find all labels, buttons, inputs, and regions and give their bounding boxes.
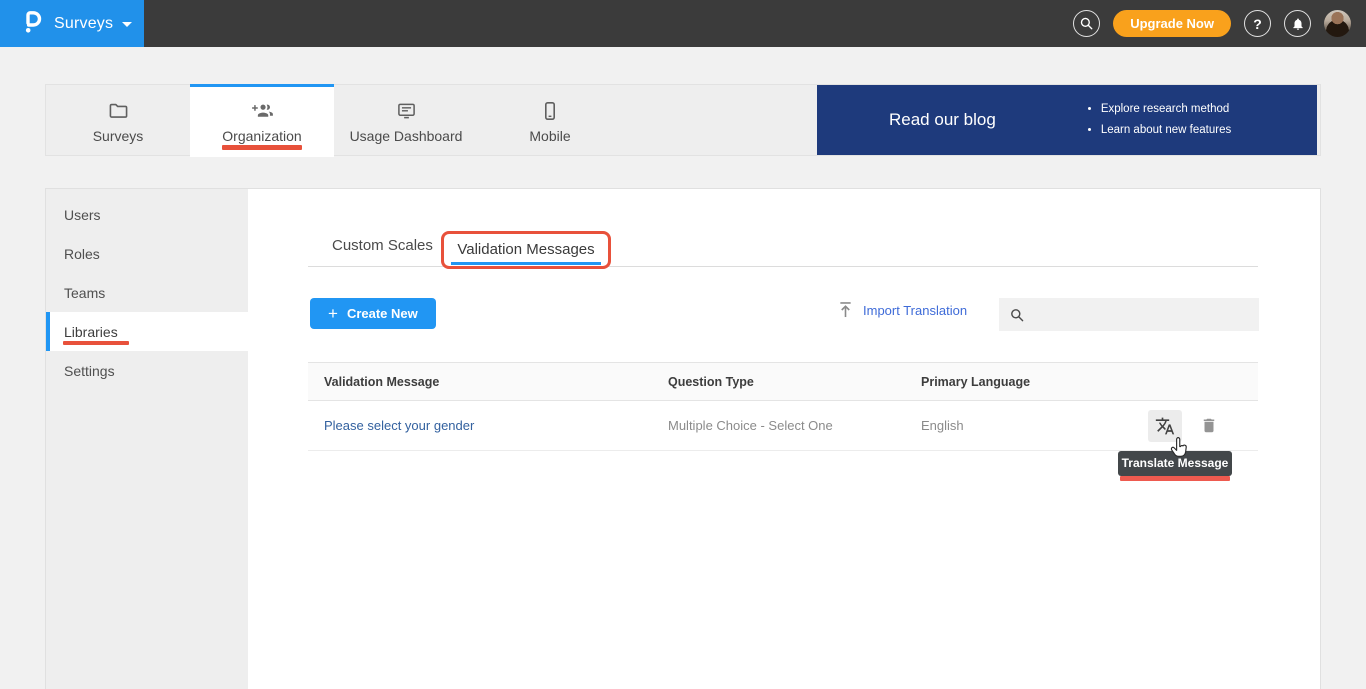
import-translation-link[interactable]: Import Translation <box>838 301 967 319</box>
help-button[interactable]: ? <box>1244 10 1271 37</box>
sidebar-item-users[interactable]: Users <box>46 195 248 234</box>
validation-messages-table: Validation Message Question Type Primary… <box>308 362 1258 451</box>
create-new-button[interactable]: + Create New <box>310 298 436 329</box>
search-input[interactable] <box>1033 307 1249 322</box>
table-search <box>999 298 1259 331</box>
column-header-validation-message: Validation Message <box>324 375 668 389</box>
notifications-button[interactable] <box>1284 10 1311 37</box>
search-icon <box>1009 307 1025 323</box>
module-tab-label: Usage Dashboard <box>350 128 463 144</box>
import-translation-label: Import Translation <box>863 303 967 318</box>
main-card: Users Roles Teams Libraries Settings Cus… <box>45 188 1321 689</box>
group-add-icon <box>251 101 274 121</box>
create-new-label: Create New <box>347 306 418 321</box>
sidebar-item-roles[interactable]: Roles <box>46 234 248 273</box>
sidebar-item-label: Libraries <box>64 324 118 340</box>
product-name: Surveys <box>54 15 113 33</box>
folder-icon <box>108 101 129 121</box>
upload-icon <box>838 301 853 319</box>
module-tab-label: Surveys <box>93 128 144 144</box>
table-header-row: Validation Message Question Type Primary… <box>308 362 1258 401</box>
translate-icon <box>1155 416 1175 436</box>
sidebar-item-label: Roles <box>64 246 100 262</box>
sidebar-item-libraries[interactable]: Libraries <box>46 312 248 351</box>
sidebar-item-label: Teams <box>64 285 105 301</box>
annotation-box-validation-messages: Validation Messages <box>441 231 611 269</box>
module-tab-surveys[interactable]: Surveys <box>46 84 190 157</box>
module-tab-organization[interactable]: Organization <box>190 84 334 157</box>
chevron-down-icon <box>122 22 132 27</box>
mobile-icon <box>540 101 560 121</box>
module-tab-label: Mobile <box>529 128 570 144</box>
user-avatar[interactable] <box>1324 10 1351 37</box>
dashboard-icon <box>396 101 417 121</box>
search-icon <box>1079 16 1094 31</box>
sidebar-item-teams[interactable]: Teams <box>46 273 248 312</box>
annotation-underline-tooltip <box>1120 476 1230 481</box>
annotation-underline-libraries <box>63 341 129 345</box>
tab-custom-scales[interactable]: Custom Scales <box>332 237 433 254</box>
validation-message-link[interactable]: Please select your gender <box>324 418 668 433</box>
question-mark-icon: ? <box>1253 16 1262 32</box>
tab-validation-messages[interactable]: Validation Messages <box>444 241 608 258</box>
sidebar-item-label: Settings <box>64 363 115 379</box>
banner-bullet: Learn about new features <box>1101 120 1231 141</box>
search-button[interactable] <box>1073 10 1100 37</box>
content-tabs: Custom Scales Validation Messages <box>308 220 1258 267</box>
module-tab-mobile[interactable]: Mobile <box>478 84 622 157</box>
top-bar: Surveys Upgrade Now ? <box>0 0 1366 47</box>
module-nav-card: Surveys Organization <box>45 84 1321 156</box>
upgrade-now-button[interactable]: Upgrade Now <box>1113 10 1231 37</box>
active-tab-indicator <box>451 262 601 265</box>
bell-icon <box>1291 17 1305 31</box>
topbar-actions: Upgrade Now ? <box>1073 0 1351 47</box>
module-tab-label: Organization <box>222 128 301 144</box>
annotation-underline-organization <box>222 145 302 150</box>
blog-banner[interactable]: Read our blog Explore research method Le… <box>817 85 1317 155</box>
libraries-content: Custom Scales Validation Messages + Crea… <box>248 189 1320 689</box>
plus-icon: + <box>328 305 338 322</box>
app-root: Surveys Upgrade Now ? <box>0 0 1366 689</box>
sidebar-item-label: Users <box>64 207 101 223</box>
column-header-primary-language: Primary Language <box>921 375 1148 389</box>
settings-sidebar: Users Roles Teams Libraries Settings <box>46 189 248 689</box>
banner-bullet: Explore research method <box>1101 99 1231 120</box>
product-switcher[interactable]: Surveys <box>0 0 144 47</box>
sidebar-item-settings[interactable]: Settings <box>46 351 248 390</box>
question-type-cell: Multiple Choice - Select One <box>668 418 921 433</box>
banner-bullets: Explore research method Learn about new … <box>1101 99 1231 141</box>
trash-icon <box>1200 416 1218 435</box>
module-tab-usage-dashboard[interactable]: Usage Dashboard <box>334 84 478 157</box>
column-header-question-type: Question Type <box>668 375 921 389</box>
banner-title: Read our blog <box>889 110 996 130</box>
questionpro-logo-icon <box>20 8 42 39</box>
delete-message-button[interactable] <box>1200 416 1218 435</box>
row-actions <box>1148 410 1258 442</box>
hand-cursor-icon <box>1168 437 1189 466</box>
module-tabs: Surveys Organization <box>46 84 622 157</box>
table-row: Please select your gender Multiple Choic… <box>308 401 1258 451</box>
primary-language-cell: English <box>921 418 1148 433</box>
